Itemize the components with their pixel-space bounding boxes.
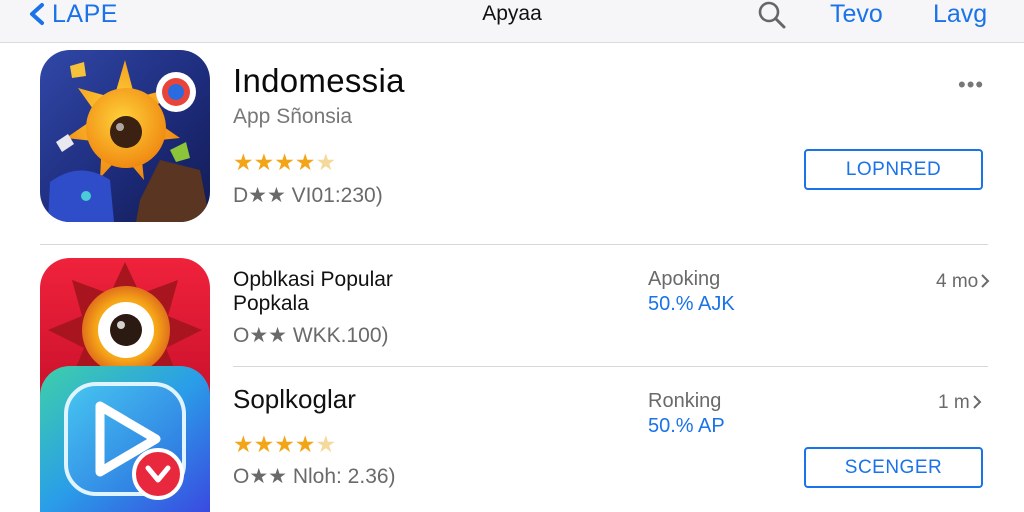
featured-get-button[interactable]: LOPNRED (804, 149, 983, 190)
star-icon: ★ (253, 431, 275, 457)
app-icon-video-player[interactable] (40, 366, 210, 512)
star-icon: ★ (274, 431, 295, 457)
back-label: LAPE (52, 0, 118, 28)
app-size-link[interactable]: 4 mo (936, 271, 990, 293)
divider (233, 366, 988, 367)
nav-link-tevo[interactable]: Tevo (830, 0, 883, 29)
get-button[interactable]: SCENGER (804, 447, 983, 488)
featured-rating-stars: ★ ★ ★ ★ ★ (233, 150, 336, 174)
rank-label: Ronking (648, 390, 722, 412)
app-title-line: Opblkasi Popular (233, 268, 393, 291)
rank-value: 50.% AP (648, 415, 725, 437)
chevron-right-icon (972, 395, 982, 409)
navigation-bar: LAPE Apyaa Tevo Lavg (0, 0, 1024, 43)
app-size-link[interactable]: 1 m (938, 392, 982, 414)
nav-link-lavg[interactable]: Lavg (933, 0, 987, 29)
star-icon: ★ (233, 149, 254, 175)
chevron-right-icon (981, 274, 990, 288)
star-icon: ★ (294, 431, 316, 457)
featured-app-name[interactable]: Indomessia (233, 62, 405, 100)
rank-label: Apoking (648, 268, 721, 290)
star-icon: ★ (233, 431, 254, 457)
star-icon: ★ (315, 149, 337, 175)
chevron-left-icon (30, 3, 44, 25)
rank-value: 50.% AJK (648, 293, 735, 315)
app-title-popular[interactable]: Opblkasi Popular Popkala (233, 268, 393, 316)
rating-count: O★★ WKK.100) (233, 324, 389, 347)
app-size: 4 mo (936, 271, 979, 292)
featured-app-icon[interactable] (40, 50, 210, 222)
divider (40, 244, 988, 245)
star-icon: ★ (253, 149, 275, 175)
more-options-button[interactable]: ••• (958, 72, 984, 98)
star-icon: ★ (274, 149, 295, 175)
featured-rating-count: D★★ VI01:230) (233, 184, 383, 207)
search-icon (758, 1, 786, 29)
search-button[interactable] (756, 0, 788, 30)
back-button[interactable]: LAPE (26, 0, 118, 28)
app-size: 1 m (938, 392, 970, 413)
app-title-soplkoglar[interactable]: Soplkoglar (233, 384, 356, 415)
star-icon: ★ (315, 431, 337, 457)
rating-count: O★★ Nloh: 2.36) (233, 465, 396, 488)
app-title-line: Popkala (233, 292, 309, 315)
featured-app-developer: App Sñonsia (233, 105, 353, 128)
star-icon: ★ (294, 149, 316, 175)
rating-stars: ★ ★ ★ ★ ★ (233, 432, 336, 456)
